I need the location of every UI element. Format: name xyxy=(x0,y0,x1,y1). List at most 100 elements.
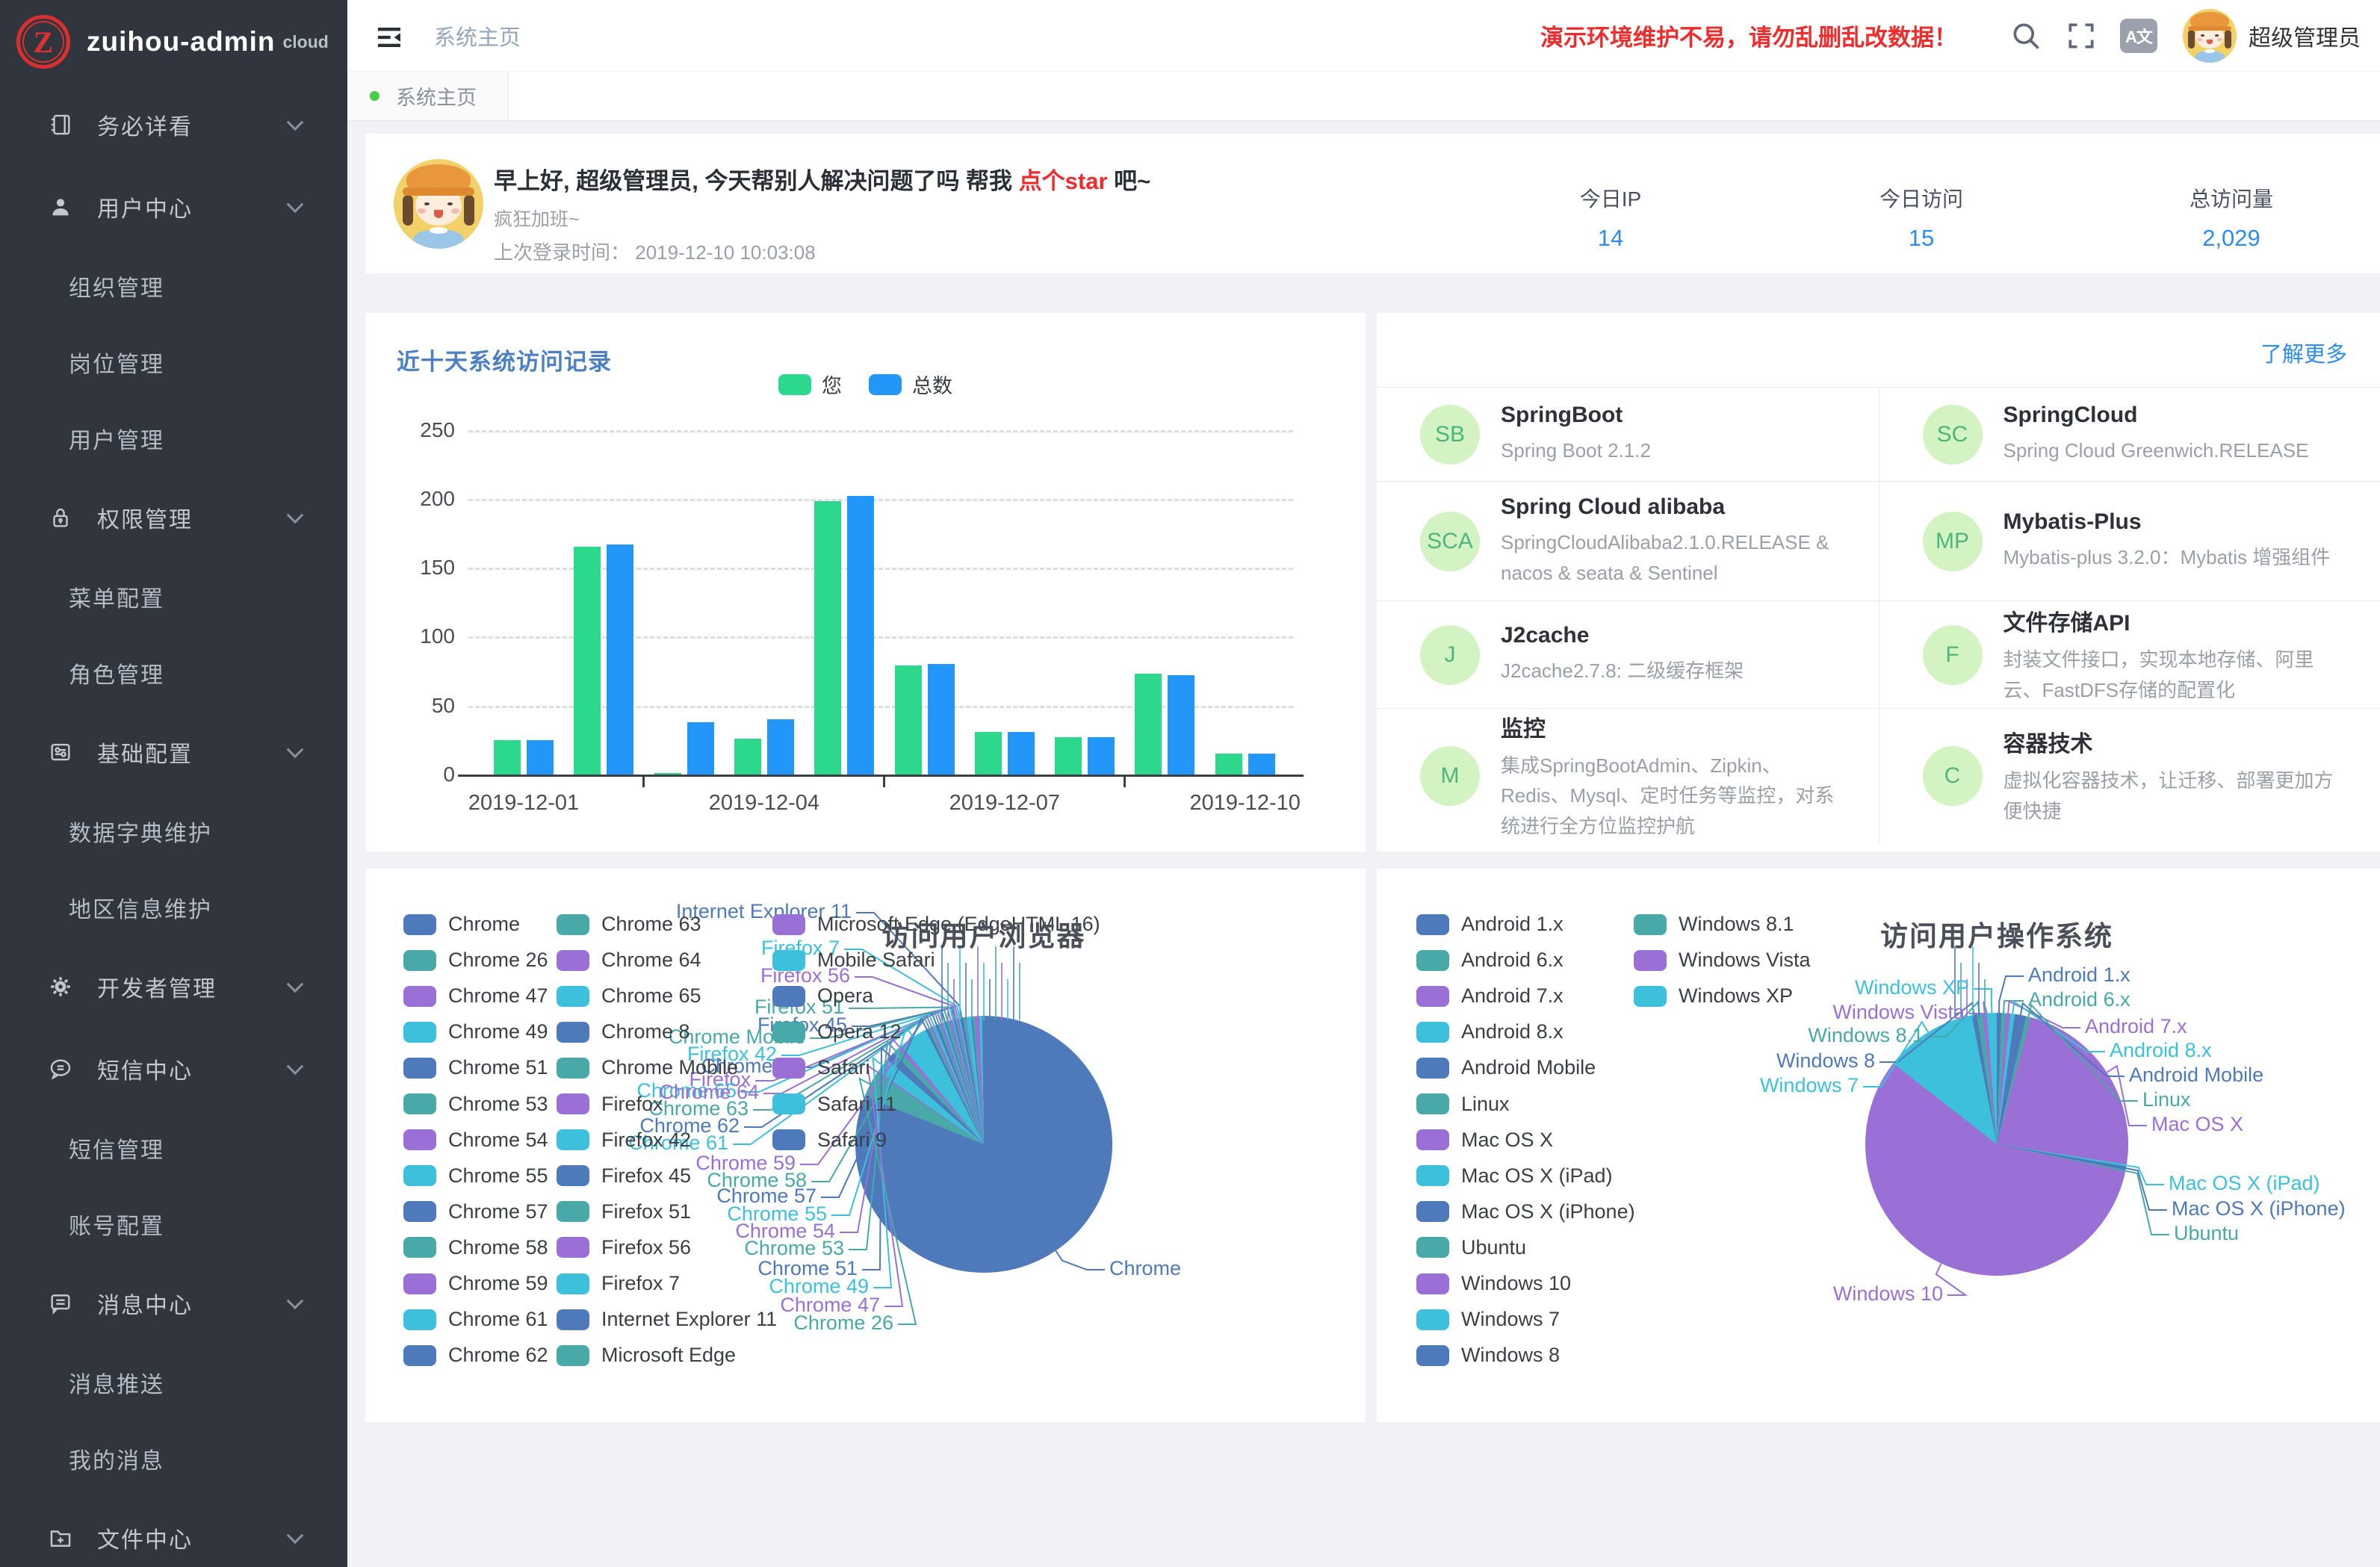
sidebar-item-14[interactable]: 账号配置 xyxy=(0,1186,347,1262)
legend-item-Chrome 26[interactable]: Chrome 26 xyxy=(403,949,548,972)
sidebar-item-6[interactable]: 菜单配置 xyxy=(0,559,347,635)
learn-more-link[interactable]: 了解更多 xyxy=(2260,337,2347,368)
legend-item-Windows 10[interactable]: Windows 10 xyxy=(1416,1272,1571,1295)
legend-label: Firefox 7 xyxy=(601,1272,680,1295)
sidebar-item-4[interactable]: 用户管理 xyxy=(0,400,347,477)
legend-item-Android 8.x[interactable]: Android 8.x xyxy=(1416,1020,1564,1043)
sidebar-item-2[interactable]: 组织管理 xyxy=(0,248,347,324)
main-content: 早上好, 超级管理员, 今天帮别人解决问题了吗 帮我 点个star 吧~ 疯狂加… xyxy=(347,121,2380,1567)
bar-您-2019-12-07 xyxy=(975,732,1002,775)
sidebar-item-8[interactable]: 基础配置 xyxy=(0,711,347,793)
sidebar-item-label: 开发者管理 xyxy=(97,970,217,1003)
legend-item-Firefox 45[interactable]: Firefox 45 xyxy=(557,1164,691,1188)
sidebar-item-label: 菜单配置 xyxy=(69,580,164,613)
username[interactable]: 超级管理员 xyxy=(2249,19,2361,52)
legend-item-Mac OS X[interactable]: Mac OS X xyxy=(1416,1129,1553,1152)
sidebar-item-16[interactable]: 消息推送 xyxy=(0,1344,347,1421)
legend-item-Windows 7[interactable]: Windows 7 xyxy=(1416,1308,1560,1331)
sidebar-item-label: 角色管理 xyxy=(69,657,164,689)
legend-item-Chrome 57[interactable]: Chrome 57 xyxy=(403,1200,548,1223)
legend-item-Safari 9[interactable]: Safari 9 xyxy=(772,1129,887,1152)
legend-item-Firefox 42[interactable]: Firefox 42 xyxy=(557,1129,691,1152)
sidebar-item-5[interactable]: 权限管理 xyxy=(0,477,347,559)
legend-swatch xyxy=(557,1237,589,1258)
sidebar-item-7[interactable]: 角色管理 xyxy=(0,635,347,711)
legend-item-Chrome 54[interactable]: Chrome 54 xyxy=(403,1129,548,1152)
legend-item-Firefox[interactable]: Firefox xyxy=(557,1093,663,1116)
search-icon[interactable] xyxy=(2009,19,2042,52)
legend-item-Chrome 53[interactable]: Chrome 53 xyxy=(403,1093,548,1116)
sidebar-item-13[interactable]: 短信管理 xyxy=(0,1110,347,1186)
collapse-menu-icon[interactable] xyxy=(374,22,404,49)
legend-item-Mac OS X (iPhone)[interactable]: Mac OS X (iPhone) xyxy=(1416,1200,1635,1223)
legend-item-Microsoft Edge[interactable]: Microsoft Edge xyxy=(557,1344,736,1367)
greeting-subtitle: 疯狂加班~ xyxy=(494,205,580,232)
legend-item-Mac OS X (iPad)[interactable]: Mac OS X (iPad) xyxy=(1416,1164,1613,1188)
legend-item-Windows XP[interactable]: Windows XP xyxy=(1634,984,1793,1008)
legend-swatch xyxy=(557,1201,589,1222)
translate-icon[interactable]: A文 xyxy=(2120,19,2157,53)
legend-item-Firefox 7[interactable]: Firefox 7 xyxy=(557,1272,680,1295)
legend-item-Firefox 56[interactable]: Firefox 56 xyxy=(557,1236,691,1259)
sidebar-item-17[interactable]: 我的消息 xyxy=(0,1421,347,1497)
legend-swatch xyxy=(1416,1129,1449,1150)
legend-item-Chrome 61[interactable]: Chrome 61 xyxy=(403,1308,548,1331)
legend-item-Chrome 59[interactable]: Chrome 59 xyxy=(403,1272,548,1295)
sidebar-item-1[interactable]: 用户中心 xyxy=(0,166,347,248)
sidebar-item-18[interactable]: 文件中心 xyxy=(0,1497,347,1567)
legend-item-Chrome Mobile[interactable]: Chrome Mobile xyxy=(557,1056,738,1079)
legend-item-Android 1.x[interactable]: Android 1.x xyxy=(1416,913,1564,936)
tech-row: SBSpringBootSpring Boot 2.1.2SCSpringClo… xyxy=(1377,387,2380,481)
legend-item-Chrome 55[interactable]: Chrome 55 xyxy=(403,1164,548,1188)
sidebar-item-12[interactable]: 短信中心 xyxy=(0,1028,347,1110)
legend-item-Chrome 51[interactable]: Chrome 51 xyxy=(403,1056,548,1079)
avatar[interactable] xyxy=(2183,9,2237,63)
tech-item: SCSpringCloudSpring Cloud Greenwich.RELE… xyxy=(1879,388,2380,481)
legend-item-Linux[interactable]: Linux xyxy=(1416,1093,1510,1116)
legend-item-Chrome 65[interactable]: Chrome 65 xyxy=(557,984,701,1008)
legend-item-Chrome 62[interactable]: Chrome 62 xyxy=(403,1344,548,1367)
tech-row: JJ2cacheJ2cache2.7.8: 二级缓存框架F文件存储API封装文件… xyxy=(1377,601,2380,708)
x-axis-tickmark xyxy=(1124,777,1126,787)
sidebar-item-10[interactable]: 地区信息维护 xyxy=(0,869,347,946)
bar-您-2019-12-04 xyxy=(734,739,761,775)
bar-总数-2019-12-07 xyxy=(1008,732,1035,775)
legend-item-Chrome 58[interactable]: Chrome 58 xyxy=(403,1236,548,1259)
legend-item-Chrome 64[interactable]: Chrome 64 xyxy=(557,949,701,972)
legend-item-Android 7.x[interactable]: Android 7.x xyxy=(1416,984,1564,1008)
legend-item-Firefox 51[interactable]: Firefox 51 xyxy=(557,1200,691,1223)
legend-item-Safari[interactable]: Safari xyxy=(772,1056,870,1079)
sidebar-item-label: 权限管理 xyxy=(97,501,193,534)
legend-item-Android 6.x[interactable]: Android 6.x xyxy=(1416,949,1564,972)
os-pie-title: 访问用户操作系统 xyxy=(1758,913,2236,954)
tech-item: SCASpring Cloud alibabaSpringCloudAlibab… xyxy=(1377,482,1879,601)
greeting-avatar xyxy=(394,159,483,249)
fullscreen-icon[interactable] xyxy=(2065,19,2098,52)
legend-item-Chrome[interactable]: Chrome xyxy=(403,913,520,936)
legend-item-Safari 11[interactable]: Safari 11 xyxy=(772,1093,896,1116)
tech-item: JJ2cacheJ2cache2.7.8: 二级缓存框架 xyxy=(1377,601,1879,708)
legend-item-Ubuntu[interactable]: Ubuntu xyxy=(1416,1236,1526,1259)
tech-title: Mybatis-Plus xyxy=(2004,509,2331,535)
demo-warning-text: 演示环境维护不易，请勿乱删乱改数据！ xyxy=(1540,19,1957,52)
legend-item-Chrome 47[interactable]: Chrome 47 xyxy=(403,984,548,1008)
legend-item-Internet Explorer 11[interactable]: Internet Explorer 11 xyxy=(557,1308,777,1331)
sidebar-item-11[interactable]: 开发者管理 xyxy=(0,946,347,1028)
legend-item-Chrome 8[interactable]: Chrome 8 xyxy=(557,1020,690,1043)
legend-item-Android Mobile[interactable]: Android Mobile xyxy=(1416,1056,1596,1079)
sidebar-item-15[interactable]: 消息中心 xyxy=(0,1262,347,1344)
pie-label-Linux: Linux xyxy=(2142,1088,2380,1111)
tab-home[interactable]: 系统主页 xyxy=(347,72,509,120)
legend-item-Windows 8[interactable]: Windows 8 xyxy=(1416,1344,1560,1367)
sidebar-item-0[interactable]: 务必详看 xyxy=(0,84,347,166)
star-link[interactable]: 点个star xyxy=(1019,168,1108,194)
legend-swatch xyxy=(557,914,589,935)
sidebar-item-label: 消息推送 xyxy=(69,1366,164,1399)
sidebar-item-3[interactable]: 岗位管理 xyxy=(0,324,347,400)
sidebar-item-9[interactable]: 数据字典维护 xyxy=(0,793,347,869)
logo[interactable]: Z zuihou-admin cloud xyxy=(0,0,347,84)
legend-item-Opera 12[interactable]: Opera 12 xyxy=(772,1020,902,1043)
legend-item-Chrome 49[interactable]: Chrome 49 xyxy=(403,1020,548,1043)
legend-item-Chrome 63[interactable]: Chrome 63 xyxy=(557,913,701,936)
legend-item-Opera[interactable]: Opera xyxy=(772,984,873,1008)
